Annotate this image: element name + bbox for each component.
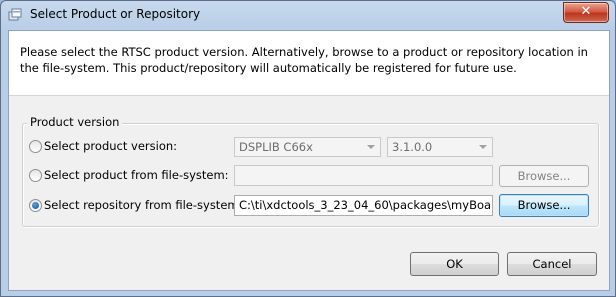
close-icon: ✕: [580, 4, 592, 19]
message-area: Please select the RTSC product version. …: [9, 31, 609, 96]
app-icon: [8, 8, 22, 21]
radio-select-product-version[interactable]: Select product version:: [29, 137, 229, 157]
dialog-body: Please select the RTSC product version. …: [8, 30, 610, 291]
radio-button[interactable]: [29, 140, 42, 153]
radio-select-repository-from-filesystem[interactable]: Select repository from file-system:: [29, 196, 242, 216]
radio-label: Select product from file-system:: [44, 168, 229, 182]
repository-path-field[interactable]: C:\ti\xdctools_3_23_04_60\packages\myBoa…: [234, 195, 493, 216]
cancel-button[interactable]: Cancel: [507, 252, 597, 276]
ok-button[interactable]: OK: [410, 252, 499, 276]
instructions-text: Please select the RTSC product version. …: [20, 45, 588, 75]
window-title: Select Product or Repository: [30, 7, 201, 21]
chevron-down-icon: [479, 145, 487, 149]
radio-label: Select repository from file-system:: [44, 198, 243, 212]
radio-label: Select product version:: [44, 139, 178, 153]
browse-repository-button[interactable]: Browse...: [499, 194, 589, 217]
title-bar[interactable]: Select Product or Repository ✕: [1, 1, 615, 31]
radio-button[interactable]: [29, 169, 42, 182]
product-path-field[interactable]: [234, 165, 493, 186]
product-combo[interactable]: DSPLIB C66x: [234, 137, 381, 157]
product-combo-value: DSPLIB C66x: [239, 140, 313, 154]
version-combo-value: 3.1.0.0: [392, 140, 433, 154]
product-version-legend: Product version: [27, 115, 123, 129]
close-button[interactable]: ✕: [563, 2, 609, 23]
chevron-down-icon: [367, 145, 375, 149]
dialog-window: Select Product or Repository ✕ Please se…: [0, 0, 616, 297]
radio-select-product-from-filesystem[interactable]: Select product from file-system:: [29, 166, 229, 186]
browse-product-button[interactable]: Browse...: [499, 165, 589, 187]
version-combo[interactable]: 3.1.0.0: [387, 137, 493, 157]
radio-button[interactable]: [29, 199, 42, 212]
